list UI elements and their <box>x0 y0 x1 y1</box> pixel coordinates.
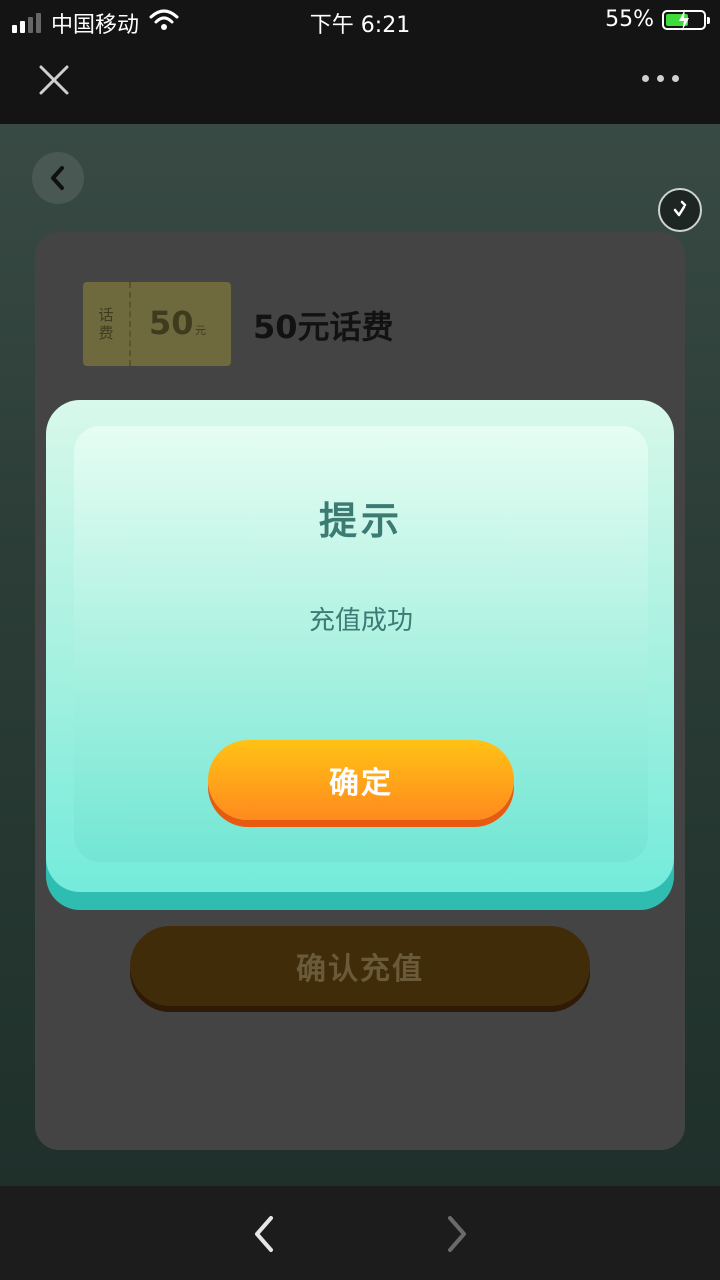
ticket-value: 50 <box>149 304 194 342</box>
ticket-unit: 元 <box>195 324 206 337</box>
chevron-left-icon[interactable] <box>32 152 84 204</box>
status-bar: 中国移动 下午 6:21 55% <box>0 0 720 40</box>
battery-percent: 55% <box>605 7 654 32</box>
product-title: 50元话费 <box>253 308 394 346</box>
status-right: 55% <box>605 7 710 32</box>
bottom-toolbar <box>0 1186 720 1280</box>
confirm-recharge-button[interactable]: 确认充值 <box>130 926 590 1006</box>
ok-button[interactable]: 确定 <box>208 740 514 820</box>
dialog-title: 提示 <box>318 499 403 543</box>
coupon-ticket: 话费 50 元 <box>83 282 231 366</box>
close-icon[interactable] <box>36 62 72 98</box>
dialog-message: 充值成功 <box>308 606 413 636</box>
forward-arrow-icon[interactable] <box>440 1214 474 1254</box>
more-icon[interactable] <box>642 68 692 88</box>
back-arrow-icon[interactable] <box>247 1214 281 1254</box>
nav-bar <box>0 40 720 124</box>
battery-charging-icon <box>662 8 710 31</box>
alert-dialog: 提示 充值成功 确定 <box>46 400 674 892</box>
share-icon[interactable] <box>658 188 702 232</box>
ticket-side-label: 话费 <box>83 282 131 366</box>
alert-dialog-body: 提示 充值成功 确定 <box>74 426 648 862</box>
